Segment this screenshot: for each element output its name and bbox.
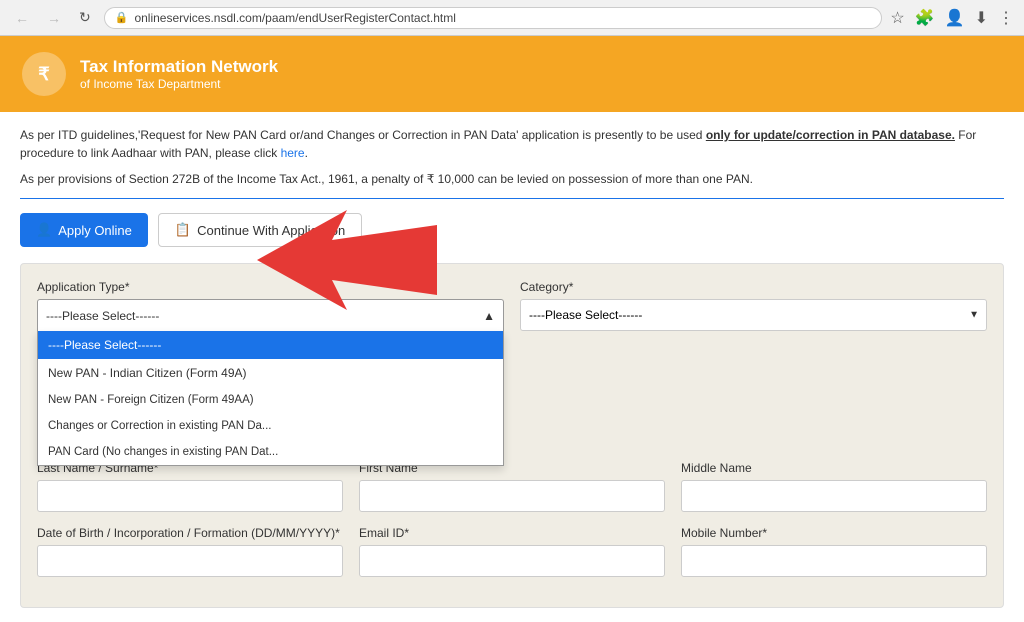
address-bar[interactable]: 🔒 onlineservices.nsdl.com/paam/endUserRe… (104, 7, 883, 29)
notice-line2: As per provisions of Section 272B of the… (20, 170, 1004, 188)
email-label: Email ID* (359, 526, 665, 540)
category-group: Category* ----Please Select------ ▼ (520, 280, 987, 331)
last-name-group: Last Name / Surname* (37, 461, 343, 512)
application-type-dropdown[interactable]: ----Please Select------ ▲ ----Please Sel… (37, 299, 504, 331)
url-text: onlineservices.nsdl.com/paam/endUserRegi… (134, 11, 455, 25)
svg-text:₹: ₹ (38, 64, 50, 84)
header-title-line1: Tax Information Network (80, 57, 278, 77)
application-type-group: Application Type* ----Please Select-----… (37, 280, 504, 331)
category-dropdown[interactable]: ----Please Select------ ▼ (520, 299, 987, 331)
browser-icons: ☆ 🧩 👤 ⬇ ⋮ (890, 8, 1014, 28)
action-buttons: 👤 Apply Online 📋 Continue With Applicati… (20, 213, 1004, 247)
dob-label: Date of Birth / Incorporation / Formatio… (37, 526, 343, 540)
forward-button[interactable]: → (42, 8, 66, 28)
dob-input[interactable] (37, 545, 343, 577)
profile-icon[interactable]: 👤 (945, 8, 965, 28)
first-name-input[interactable] (359, 480, 665, 512)
star-icon[interactable]: ☆ (890, 8, 904, 28)
middle-name-label: Middle Name (681, 461, 987, 475)
apply-label: Apply Online (58, 223, 132, 238)
header-title-line2: of Income Tax Department (80, 77, 278, 91)
apply-icon: 👤 (36, 222, 52, 238)
reload-button[interactable]: ↻ (74, 7, 96, 28)
category-label: Category* (520, 280, 987, 294)
middle-name-input[interactable] (681, 480, 987, 512)
last-name-input[interactable] (37, 480, 343, 512)
application-type-arrow-icon: ▲ (483, 309, 495, 323)
dropdown-item-please-select[interactable]: ----Please Select------ (38, 331, 503, 359)
mobile-input[interactable] (681, 545, 987, 577)
mobile-label: Mobile Number* (681, 526, 987, 540)
form-row-type-category: Application Type* ----Please Select-----… (37, 280, 987, 331)
application-type-label: Application Type* (37, 280, 504, 294)
notice-line1: As per ITD guidelines,'Request for New P… (20, 126, 1004, 162)
site-header: ₹ Tax Information Network of Income Tax … (0, 36, 1024, 112)
notice-line1-before: As per ITD guidelines,'Request for New P… (20, 128, 706, 142)
dropdown-item-new-pan-indian[interactable]: New PAN - Indian Citizen (Form 49A) (38, 359, 503, 387)
main-content: As per ITD guidelines,'Request for New P… (0, 112, 1024, 622)
continue-icon: 📋 (175, 222, 191, 238)
middle-name-group: Middle Name (681, 461, 987, 512)
category-select[interactable]: ----Please Select------ (520, 299, 987, 331)
application-type-header[interactable]: ----Please Select------ ▲ (37, 299, 504, 331)
dob-group: Date of Birth / Incorporation / Formatio… (37, 526, 343, 577)
email-input[interactable] (359, 545, 665, 577)
notice-line1-underline: only for update/correction in PAN databa… (706, 128, 955, 142)
browser-bar: ← → ↻ 🔒 onlineservices.nsdl.com/paam/end… (0, 0, 1024, 36)
form-row-dob-email-mobile: Date of Birth / Incorporation / Formatio… (37, 526, 987, 577)
download-icon[interactable]: ⬇ (975, 8, 988, 28)
header-title: Tax Information Network of Income Tax De… (80, 57, 278, 91)
application-type-list: ----Please Select------ New PAN - Indian… (37, 331, 504, 466)
back-button[interactable]: ← (10, 8, 34, 28)
dropdown-item-new-pan-foreign[interactable]: New PAN - Foreign Citizen (Form 49AA) (38, 387, 503, 413)
site-logo: ₹ (20, 50, 68, 98)
divider (20, 198, 1004, 199)
menu-icon[interactable]: ⋮ (998, 8, 1014, 28)
first-name-group: First Name (359, 461, 665, 512)
email-group: Email ID* (359, 526, 665, 577)
mobile-group: Mobile Number* (681, 526, 987, 577)
extensions-icon[interactable]: 🧩 (915, 8, 935, 28)
apply-online-button[interactable]: 👤 Apply Online (20, 213, 148, 247)
application-type-selected: ----Please Select------ (46, 309, 159, 323)
form-row-names: Last Name / Surname* First Name Middle N… (37, 461, 987, 512)
continue-application-button[interactable]: 📋 Continue With Application (158, 213, 362, 247)
notice-here-link[interactable]: here (281, 146, 305, 160)
dropdown-item-changes-correction[interactable]: Changes or Correction in existing PAN Da… (38, 413, 503, 439)
continue-label: Continue With Application (197, 223, 345, 238)
dropdown-item-reprint[interactable]: PAN Card (No changes in existing PAN Dat… (38, 439, 503, 465)
form-area: Application Type* ----Please Select-----… (20, 263, 1004, 608)
